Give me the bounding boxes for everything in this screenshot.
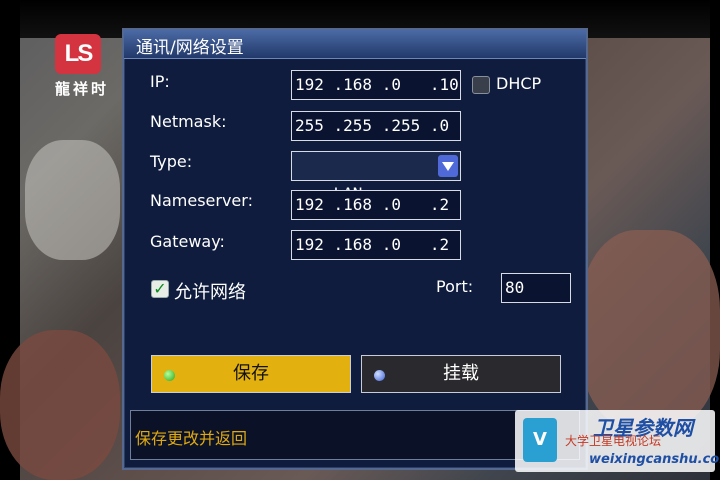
- netmask-label: Netmask:: [150, 112, 227, 131]
- port-field[interactable]: 80: [501, 273, 571, 303]
- ip-label: IP:: [150, 72, 170, 91]
- channel-logo-mark: LS: [55, 34, 101, 74]
- type-label: Type:: [150, 152, 193, 171]
- video-shape-bag: [25, 140, 120, 260]
- help-bar: 保存更改并返回: [130, 410, 580, 460]
- watermark-logo: V 卫星参数网 大学卫星电视论坛 weixingcanshu.com: [515, 410, 720, 472]
- mount-button-label: 挂载: [443, 363, 479, 384]
- port-label: Port:: [436, 277, 474, 296]
- type-select[interactable]: LAN: [291, 151, 461, 203]
- dhcp-checkbox[interactable]: [472, 76, 490, 94]
- network-settings-dialog: 通讯/网络设置 IP: 192 .168 .0 .10 DHCP Netmask…: [122, 28, 588, 470]
- help-text: 保存更改并返回: [135, 429, 248, 448]
- nameserver-field[interactable]: 192 .168 .0 .2: [291, 190, 461, 220]
- watermark-subtitle: 大学卫星电视论坛: [565, 434, 662, 448]
- nameserver-label: Nameserver:: [150, 191, 253, 210]
- ip-field[interactable]: 192 .168 .0 .10: [291, 70, 461, 100]
- video-right-band: [710, 0, 720, 480]
- allow-network-checkbox[interactable]: ✓: [151, 280, 169, 298]
- satellite-logo-icon: V: [523, 418, 557, 462]
- save-button-label: 保存: [233, 363, 269, 384]
- gateway-field[interactable]: 192 .168 .0 .2: [291, 230, 461, 260]
- netmask-field[interactable]: 255 .255 .255 .0: [291, 111, 461, 141]
- watermark-url: weixingcanshu.com: [589, 452, 720, 467]
- allow-network-label: 允许网络: [174, 282, 246, 303]
- dhcp-label: DHCP: [496, 74, 542, 93]
- gateway-label: Gateway:: [150, 232, 225, 251]
- green-dot-icon: [164, 370, 175, 381]
- video-shape-right: [580, 230, 720, 430]
- save-button[interactable]: 保存: [151, 355, 351, 393]
- dialog-title: 通讯/网络设置: [136, 38, 244, 58]
- mount-button[interactable]: 挂载: [361, 355, 561, 393]
- video-shape-left: [0, 330, 120, 480]
- dropdown-arrow-icon[interactable]: [438, 155, 458, 177]
- dialog-title-bar: 通讯/网络设置: [124, 30, 586, 59]
- blue-dot-icon: [374, 370, 385, 381]
